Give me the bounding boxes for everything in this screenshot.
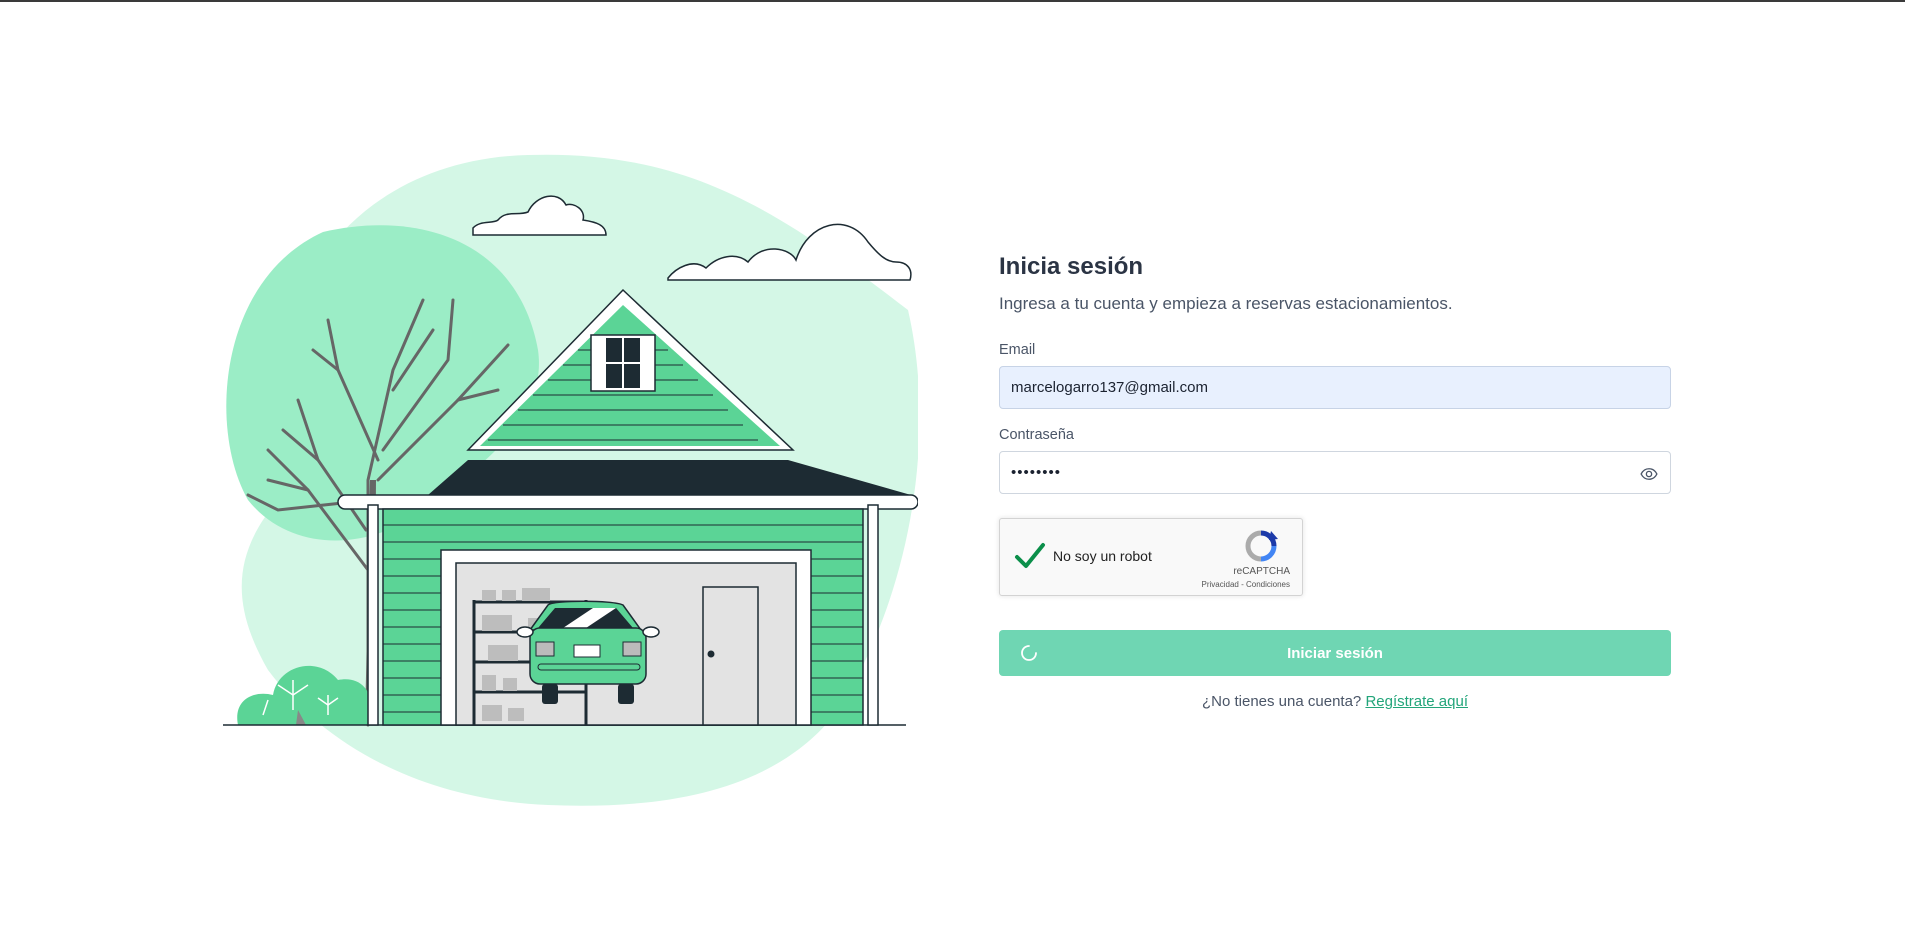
login-form: Inicia sesión Ingresa a tu cuenta y empi… xyxy=(999,250,1671,710)
captcha-privacy-links[interactable]: Privacidad - Condiciones xyxy=(1202,580,1291,589)
password-value: •••••••• xyxy=(1011,464,1062,481)
captcha-brand: reCAPTCHA xyxy=(1233,566,1290,577)
password-label: Contraseña xyxy=(999,427,1074,443)
login-button[interactable]: Iniciar sesión xyxy=(999,630,1671,676)
page-subtitle: Ingresa a tu cuenta y empieza a reservas… xyxy=(999,294,1453,313)
recaptcha-logo-icon xyxy=(1245,530,1278,562)
signup-prompt-text: ¿No tienes una cuenta? xyxy=(1201,693,1362,710)
top-border xyxy=(0,0,1905,2)
show-password-eye-icon[interactable] xyxy=(1640,465,1658,483)
garage-illustration xyxy=(218,150,918,820)
login-button-label: Iniciar sesión xyxy=(1287,644,1383,662)
signup-link[interactable]: Regístrate aquí xyxy=(1365,693,1468,710)
captcha-checkbox-checked-icon[interactable] xyxy=(1014,541,1046,571)
page-title: Inicia sesión xyxy=(999,253,1144,280)
email-label: Email xyxy=(999,342,1036,358)
captcha-label: No soy un robot xyxy=(1053,548,1152,564)
email-field[interactable]: marcelogarro137@gmail.com xyxy=(999,366,1671,409)
recaptcha-widget: No soy un robot reCAPTCHA Privacidad - C… xyxy=(999,518,1303,596)
password-field[interactable]: •••••••• xyxy=(999,451,1671,494)
signup-prompt: ¿No tienes una cuenta? Regístrate aquí xyxy=(999,693,1671,710)
loading-spinner-icon xyxy=(1021,645,1037,661)
email-value: marcelogarro137@gmail.com xyxy=(1011,379,1208,396)
